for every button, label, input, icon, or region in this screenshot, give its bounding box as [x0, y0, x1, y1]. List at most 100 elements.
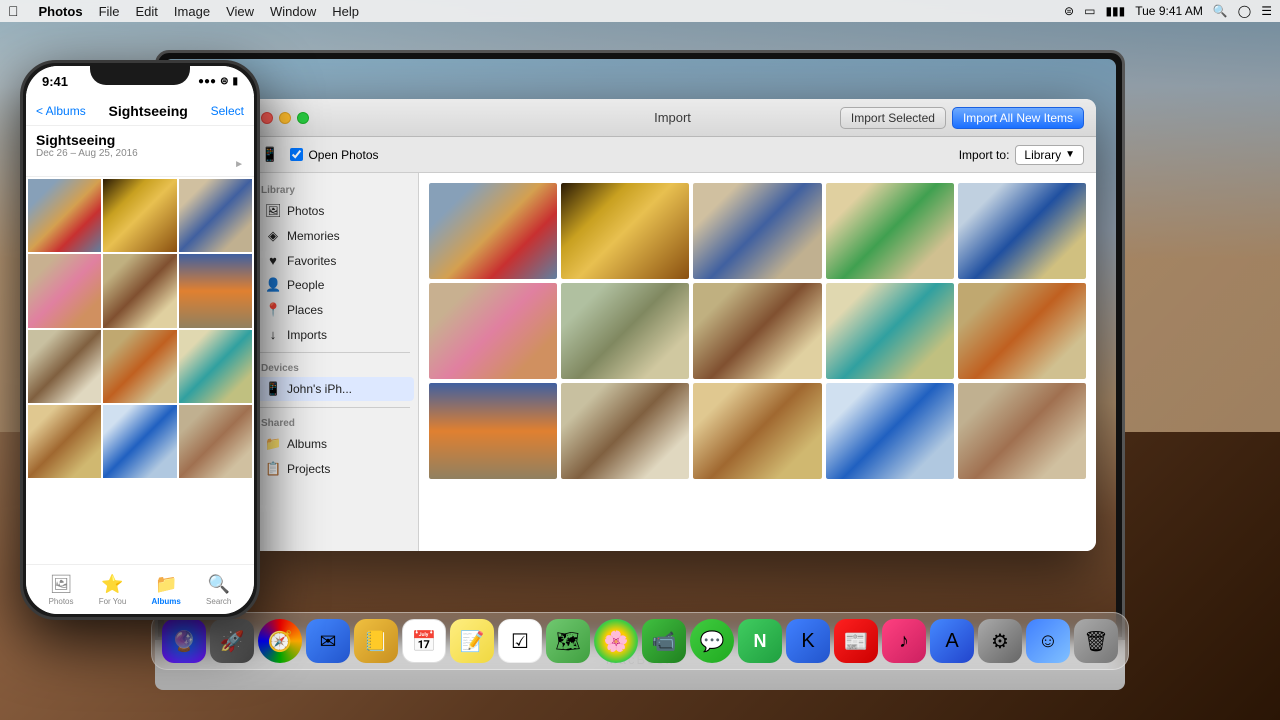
iphone-icon: 📱: [265, 381, 281, 397]
sidebar-item-memories[interactable]: ◈ Memories: [253, 224, 414, 248]
airplay-icon: ▭: [1084, 4, 1095, 18]
dock-messages[interactable]: 💬: [690, 619, 734, 663]
dock-appstore[interactable]: A: [930, 619, 974, 663]
menu-edit[interactable]: Edit: [136, 4, 158, 19]
sidebar-item-photos[interactable]: 🖼 Photos: [253, 199, 414, 223]
import-to-control: Import to: Library ▼: [959, 145, 1084, 165]
photo-cell-7[interactable]: [693, 283, 821, 379]
iphone-photo-11[interactable]: [179, 405, 252, 478]
dock-contacts[interactable]: 📒: [354, 619, 398, 663]
dock-system-preferences[interactable]: ⚙: [978, 619, 1022, 663]
sidebar-item-favorites[interactable]: ♥ Favorites: [253, 249, 414, 272]
iphone-tab-foryou-label: For You: [99, 597, 127, 606]
iphone-photo-3[interactable]: [28, 254, 101, 327]
iphone-photo-6[interactable]: [28, 330, 101, 403]
sidebar-item-people[interactable]: 👤 People: [253, 273, 414, 297]
iphone-tab-albums[interactable]: 📁 Albums: [151, 574, 180, 606]
search-icon[interactable]: 🔍: [1213, 4, 1228, 18]
menu-file[interactable]: File: [99, 4, 120, 19]
iphone-back-button[interactable]: < Albums: [36, 104, 86, 118]
photo-cell-13[interactable]: [826, 383, 954, 479]
photo-cell-11[interactable]: [561, 383, 689, 479]
import-selected-button[interactable]: Import Selected: [840, 107, 946, 129]
iphone-photo-0[interactable]: [28, 179, 101, 252]
menu-image[interactable]: Image: [174, 4, 210, 19]
dock-safari[interactable]: 🧭: [258, 619, 302, 663]
dock-keynote[interactable]: K: [786, 619, 830, 663]
iphone-photo-10[interactable]: [103, 405, 176, 478]
iphone-tab-photos[interactable]: 🖼 Photos: [49, 574, 74, 606]
chevron-down-icon: ▼: [1065, 149, 1075, 160]
iphone-photo-8[interactable]: [179, 330, 252, 403]
dock-numbers[interactable]: N: [738, 619, 782, 663]
menu-window[interactable]: Window: [270, 4, 316, 19]
iphone-photo-2[interactable]: [179, 179, 252, 252]
iphone-tab-search[interactable]: 🔍 Search: [206, 574, 231, 606]
photo-cell-9[interactable]: [958, 283, 1086, 379]
photo-cell-8[interactable]: [826, 283, 954, 379]
menu-help[interactable]: Help: [332, 4, 359, 19]
window-maximize-button[interactable]: [297, 112, 309, 124]
app-name[interactable]: Photos: [39, 4, 83, 19]
dock-trash[interactable]: 🗑: [1074, 619, 1118, 663]
apple-menu[interactable]: : [8, 3, 19, 19]
import-all-button[interactable]: Import All New Items: [952, 107, 1084, 129]
photo-grid: [419, 173, 1096, 551]
notification-icon[interactable]: ☰: [1261, 4, 1272, 18]
dock-reminders[interactable]: ☑: [498, 619, 542, 663]
photo-cell-10[interactable]: [429, 383, 557, 479]
window-toolbar: 📱 Open Photos Import to: Library ▼: [249, 137, 1096, 173]
dock-mail[interactable]: ✉: [306, 619, 350, 663]
photo-cell-2[interactable]: [693, 183, 821, 279]
window-title: Import: [654, 110, 691, 125]
iphone-tab-foryou[interactable]: ⭐ For You: [99, 574, 127, 606]
menu-view[interactable]: View: [226, 4, 254, 19]
photo-cell-5[interactable]: [429, 283, 557, 379]
sidebar-people-label: People: [287, 278, 324, 292]
iphone-album-info: Sightseeing Dec 26 – Aug 25, 2016 ►: [26, 126, 254, 177]
memories-icon: ◈: [265, 228, 281, 244]
menubar-time: Tue 9:41 AM: [1135, 4, 1203, 18]
dock-photos[interactable]: 🌸: [594, 619, 638, 663]
dock-maps[interactable]: 🗺: [546, 619, 590, 663]
sidebar: Library 🖼 Photos ◈ Memories ♥ Favorites: [249, 173, 419, 551]
dock-calendar[interactable]: 📅: [402, 619, 446, 663]
open-photos-checkbox-label[interactable]: Open Photos: [290, 148, 378, 162]
iphone-select-button[interactable]: Select: [211, 104, 244, 118]
iphone-photo-7[interactable]: [103, 330, 176, 403]
iphone-screen: 9:41 ●●● ⊜ ▮ < Albums Sightseeing Select…: [26, 66, 254, 614]
siri-icon[interactable]: ◯: [1238, 4, 1251, 18]
sidebar-item-albums[interactable]: 📁 Albums: [253, 432, 414, 456]
dock-launchpad[interactable]: 🚀: [210, 619, 254, 663]
open-photos-checkbox[interactable]: [290, 148, 303, 161]
import-to-select[interactable]: Library ▼: [1015, 145, 1084, 165]
dock-siri[interactable]: 🔮: [162, 619, 206, 663]
dock-facetime[interactable]: 📹: [642, 619, 686, 663]
photo-cell-14[interactable]: [958, 383, 1086, 479]
photo-cell-3[interactable]: [826, 183, 954, 279]
people-icon: 👤: [265, 277, 281, 293]
iphone-photo-9[interactable]: [28, 405, 101, 478]
sidebar-item-device[interactable]: 📱 John's iPh...: [253, 377, 414, 401]
dock-music[interactable]: ♪: [882, 619, 926, 663]
photo-cell-12[interactable]: [693, 383, 821, 479]
sidebar-item-places[interactable]: 📍 Places: [253, 298, 414, 322]
photo-cell-1[interactable]: [561, 183, 689, 279]
window-titlebar: Import Import Selected Import All New It…: [249, 99, 1096, 137]
dock-notes[interactable]: 📝: [450, 619, 494, 663]
photo-cell-6[interactable]: [561, 283, 689, 379]
import-to-value: Library: [1024, 148, 1061, 162]
sidebar-item-imports[interactable]: ↓ Imports: [253, 323, 414, 346]
window-close-button[interactable]: [261, 112, 273, 124]
iphone-photo-5[interactable]: [179, 254, 252, 327]
sidebar-item-projects[interactable]: 📋 Projects: [253, 457, 414, 481]
iphone-photo-1[interactable]: [103, 179, 176, 252]
import-window: Import Import Selected Import All New It…: [249, 99, 1096, 551]
window-minimize-button[interactable]: [279, 112, 291, 124]
dock-finder[interactable]: ☺: [1026, 619, 1070, 663]
dock-news[interactable]: 📰: [834, 619, 878, 663]
photo-cell-0[interactable]: [429, 183, 557, 279]
menubar:  Photos File Edit Image View Window Hel…: [0, 0, 1280, 22]
photo-cell-4[interactable]: [958, 183, 1086, 279]
iphone-photo-4[interactable]: [103, 254, 176, 327]
